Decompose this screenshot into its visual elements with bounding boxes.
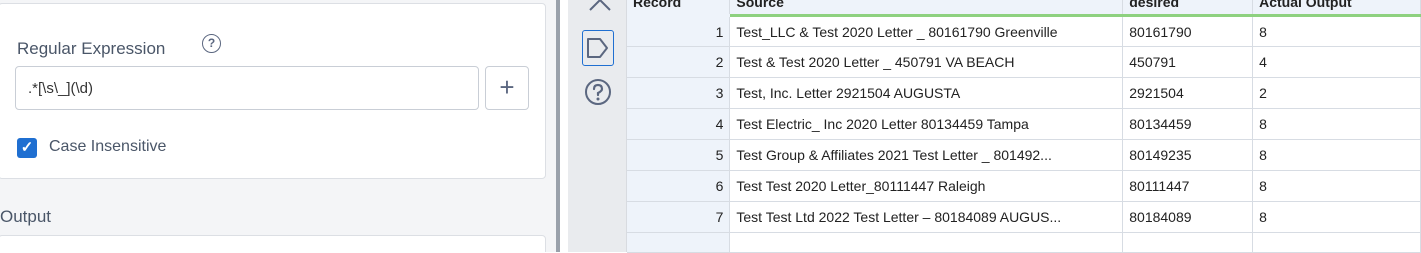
regex-label: Regular Expression [17, 39, 166, 58]
source-cell[interactable] [729, 232, 1124, 253]
table-row[interactable]: 4 Test Electric_ Inc 2020 Letter 8013445… [627, 108, 1421, 140]
record-cell: 5 [627, 139, 731, 171]
case-insensitive-label: Case Insensitive [49, 138, 167, 155]
help-icon[interactable] [584, 78, 612, 106]
desired-cell[interactable] [1122, 232, 1254, 253]
actual-output-cell[interactable]: 8 [1252, 15, 1421, 47]
grid-header-row: Record Source desired Actual Output [627, 0, 1421, 17]
output-section-label: Output [0, 207, 52, 226]
desired-cell[interactable]: 80134459 [1122, 108, 1254, 140]
results-grid: Record Source desired Actual Output 1 Te… [627, 0, 1421, 253]
case-insensitive-checkbox[interactable]: ✓ [17, 138, 37, 158]
source-cell[interactable]: Test & Test 2020 Letter _ 450791 VA BEAC… [729, 46, 1124, 78]
desired-cell[interactable]: 80111447 [1122, 170, 1254, 202]
actual-output-cell[interactable]: 8 [1252, 170, 1421, 202]
source-cell[interactable]: Test Test Ltd 2022 Test Letter – 8018408… [729, 201, 1124, 233]
table-row[interactable]: 1 Test_LLC & Test 2020 Letter _ 80161790… [627, 15, 1421, 47]
splitter-bar[interactable] [556, 0, 560, 252]
actual-output-cell[interactable]: 2 [1252, 77, 1421, 109]
panel-splitter[interactable] [556, 0, 568, 252]
record-cell: 7 [627, 201, 731, 233]
record-cell: 4 [627, 108, 731, 140]
column-header-actual-output[interactable]: Actual Output [1252, 0, 1421, 17]
record-cell: 2 [627, 46, 731, 78]
regex-settings-card: Regular Expression ? + ✓ Case Insensitiv… [0, 3, 546, 179]
column-header-source[interactable]: Source [729, 0, 1124, 17]
actual-output-cell[interactable]: 4 [1252, 46, 1421, 78]
source-cell[interactable]: Test Electric_ Inc 2020 Letter 80134459 … [729, 108, 1124, 140]
record-cell: 6 [627, 170, 731, 202]
source-cell[interactable]: Test Group & Affiliates 2021 Test Letter… [729, 139, 1124, 171]
table-row[interactable]: 2 Test & Test 2020 Letter _ 450791 VA BE… [627, 46, 1421, 78]
desired-cell[interactable]: 450791 [1122, 46, 1254, 78]
table-row[interactable]: 3 Test, Inc. Letter 2921504 AUGUSTA 2921… [627, 77, 1421, 109]
results-toolbar [568, 0, 627, 252]
desired-cell[interactable]: 2921504 [1122, 77, 1254, 109]
source-cell[interactable]: Test_LLC & Test 2020 Letter _ 80161790 G… [729, 15, 1124, 47]
tag-button[interactable] [582, 30, 614, 66]
record-cell [627, 232, 731, 253]
configuration-panel: Regular Expression ? + ✓ Case Insensitiv… [0, 0, 556, 252]
source-cell[interactable]: Test Test 2020 Letter_80111447 Raleigh [729, 170, 1124, 202]
table-row[interactable] [627, 232, 1421, 253]
table-row[interactable]: 5 Test Group & Affiliates 2021 Test Lett… [627, 139, 1421, 171]
actual-output-cell[interactable]: 8 [1252, 201, 1421, 233]
metadata-icon[interactable] [588, 0, 612, 12]
desired-cell[interactable]: 80184089 [1122, 201, 1254, 233]
tag-icon [587, 38, 608, 58]
add-expression-button[interactable]: + [485, 66, 529, 110]
desired-cell[interactable]: 80161790 [1122, 15, 1254, 47]
regex-input[interactable] [15, 66, 479, 110]
record-cell: 1 [627, 15, 731, 47]
table-row[interactable]: 6 Test Test 2020 Letter_80111447 Raleigh… [627, 170, 1421, 202]
table-row[interactable]: 7 Test Test Ltd 2022 Test Letter – 80184… [627, 201, 1421, 233]
actual-output-cell[interactable]: 8 [1252, 108, 1421, 140]
record-cell: 3 [627, 77, 731, 109]
actual-output-cell[interactable] [1252, 232, 1421, 253]
column-header-desired[interactable]: desired [1122, 0, 1254, 17]
output-settings-card [0, 235, 546, 252]
source-cell[interactable]: Test, Inc. Letter 2921504 AUGUSTA [729, 77, 1124, 109]
actual-output-cell[interactable]: 8 [1252, 139, 1421, 171]
desired-cell[interactable]: 80149235 [1122, 139, 1254, 171]
column-header-record[interactable]: Record [627, 0, 731, 17]
help-icon[interactable]: ? [202, 34, 221, 53]
